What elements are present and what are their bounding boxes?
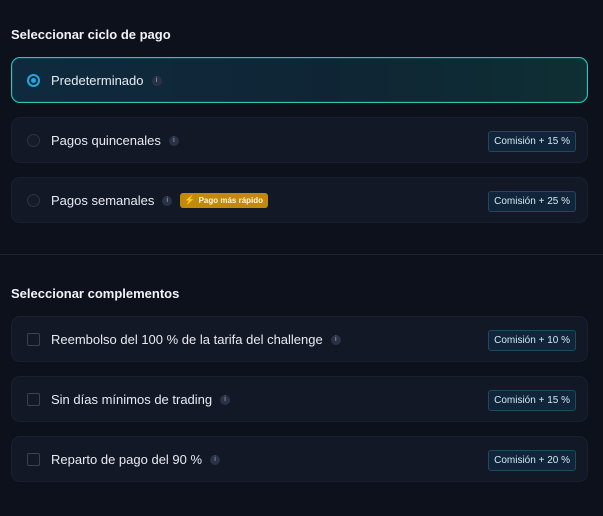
radio-checked[interactable] [27,74,40,87]
radio-unchecked[interactable] [27,134,40,147]
info-icon[interactable]: i [168,135,179,146]
billing-option-default-label: Predeterminado [51,73,144,88]
commission-badge: Comisión + 25 % [488,191,576,212]
addon-option-no-min-days[interactable]: Sin días mínimos de trading i Comisión + … [11,376,588,422]
billing-option-biweekly[interactable]: Pagos quincenales i Comisión + 15 % [11,117,588,163]
addons-title: Seleccionar complementos [11,286,180,301]
lightning-bolt-icon: ⚡ [184,195,196,206]
addon-option-label: Reembolso del 100 % de la tarifa del cha… [51,332,341,347]
addon-refund-label: Reembolso del 100 % de la tarifa del cha… [51,332,323,347]
addon-option-refund[interactable]: Reembolso del 100 % de la tarifa del cha… [11,316,588,362]
billing-option-biweekly-label: Pagos quincenales [51,133,161,148]
addon-checkbox[interactable] [27,453,40,466]
info-icon[interactable]: i [210,454,221,465]
billing-option-label: Pagos semanales i ⚡ Pago más rápido [51,193,269,209]
billing-option-weekly[interactable]: Pagos semanales i ⚡ Pago más rápido Comisió… [11,177,588,223]
commission-badge: Comisión + 10 % [488,330,576,351]
addon-no-min-days-label: Sin días mínimos de trading [51,392,213,407]
info-icon[interactable]: i [162,195,173,206]
info-icon[interactable]: i [220,394,231,405]
billing-cycle-title: Seleccionar ciclo de pago [11,27,171,42]
commission-badge: Comisión + 15 % [488,390,576,411]
billing-option-default[interactable]: Predeterminado i [11,57,588,103]
radio-unchecked[interactable] [27,194,40,207]
commission-badge: Comisión + 20 % [488,450,576,471]
info-icon[interactable]: i [330,334,341,345]
addon-checkbox[interactable] [27,393,40,406]
fast-payout-tag: ⚡ Pago más rápido [180,193,269,209]
commission-badge: Comisión + 15 % [488,131,576,152]
fast-payout-tag-label: Pago más rápido [198,196,264,206]
addon-payout-split-label: Reparto de pago del 90 % [51,452,203,467]
addon-option-label: Sin días mínimos de trading i [51,392,231,407]
billing-option-weekly-label: Pagos semanales [51,193,155,208]
addon-checkbox[interactable] [27,333,40,346]
addon-option-label: Reparto de pago del 90 % i [51,452,221,467]
info-icon[interactable]: i [151,75,162,86]
billing-option-label: Predeterminado i [51,73,162,88]
section-divider [0,254,603,255]
addon-option-payout-split[interactable]: Reparto de pago del 90 % i Comisión + 20 … [11,436,588,482]
billing-option-label: Pagos quincenales i [51,133,179,148]
